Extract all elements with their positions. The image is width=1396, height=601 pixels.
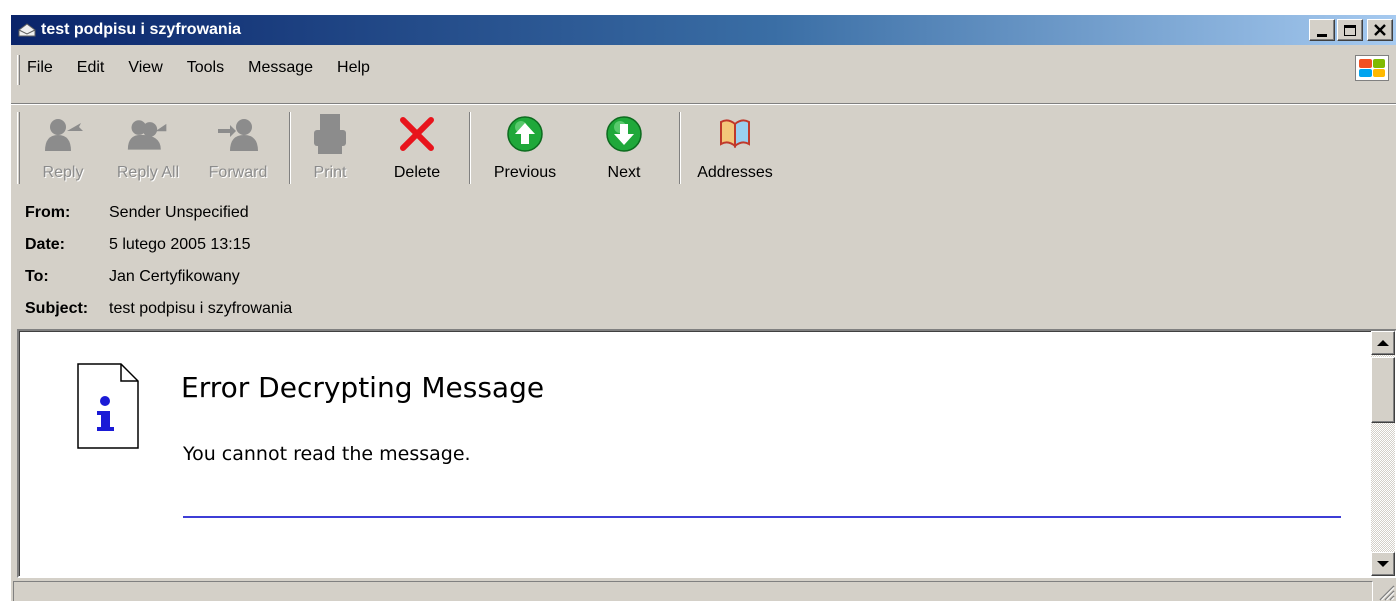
to-value: Jan Certyfikowany <box>109 268 240 285</box>
menu-bar: File Edit View Tools Message Help <box>11 45 1396 103</box>
reply-all-label: Reply All <box>116 164 180 181</box>
window-icon <box>17 22 37 38</box>
toolbar-separator <box>469 112 471 184</box>
message-headers: From: Sender Unspecified Date: 5 lutego … <box>11 189 1396 329</box>
next-label: Next <box>607 164 641 181</box>
subject-label: Subject: <box>25 300 89 317</box>
subject-value: test podpisu i szyfrowania <box>109 300 293 317</box>
toolbar-separator <box>289 112 291 184</box>
divider-line <box>183 516 1341 518</box>
delete-icon <box>395 112 439 156</box>
error-body: You cannot read the message. <box>183 443 471 465</box>
vertical-scrollbar[interactable] <box>1371 331 1395 576</box>
previous-icon <box>503 112 547 156</box>
from-label: From: <box>25 204 71 221</box>
window-title: test podpisu i szyfrowania <box>41 21 242 38</box>
subject-row: Subject: test podpisu i szyfrowania <box>25 295 292 323</box>
menu-edit[interactable]: Edit <box>65 54 117 82</box>
error-title: Error Decrypting Message <box>181 371 545 404</box>
close-icon <box>1374 24 1386 36</box>
menu-tools[interactable]: Tools <box>175 54 236 82</box>
print-button[interactable]: Print <box>299 104 361 190</box>
forward-icon <box>216 112 260 156</box>
forward-label: Forward <box>208 164 268 181</box>
scroll-thumb[interactable] <box>1371 357 1395 423</box>
previous-button[interactable]: Previous <box>477 104 573 190</box>
toolbar: Reply Reply All Forward Print Delete Pre… <box>11 103 1396 189</box>
from-value: Sender Unspecified <box>109 204 249 221</box>
status-bar <box>11 578 1396 601</box>
minimize-icon <box>1317 33 1327 37</box>
date-label: Date: <box>25 236 66 253</box>
scroll-up-icon <box>1377 340 1389 346</box>
previous-label: Previous <box>493 164 557 181</box>
maximize-button[interactable] <box>1337 19 1363 41</box>
to-label: To: <box>25 268 49 285</box>
reply-all-icon <box>126 112 170 156</box>
status-panel <box>13 581 1373 601</box>
toolbar-grip[interactable] <box>17 112 20 184</box>
addresses-icon <box>713 112 757 156</box>
title-bar[interactable]: test podpisu i szyfrowania <box>11 15 1396 45</box>
addresses-label: Addresses <box>697 164 773 181</box>
next-button[interactable]: Next <box>581 104 667 190</box>
print-label: Print <box>313 164 347 181</box>
maximize-icon <box>1344 24 1356 36</box>
menu-help[interactable]: Help <box>325 54 382 82</box>
windows-logo-icon <box>1355 55 1389 81</box>
minimize-button[interactable] <box>1309 19 1335 41</box>
menu-file[interactable]: File <box>11 54 65 82</box>
menu-view[interactable]: View <box>116 54 174 82</box>
menu-message[interactable]: Message <box>236 54 325 82</box>
delete-label: Delete <box>393 164 441 181</box>
date-row: Date: 5 lutego 2005 13:15 <box>25 231 250 259</box>
delete-button[interactable]: Delete <box>375 104 459 190</box>
info-document-icon <box>77 363 139 449</box>
close-button[interactable] <box>1367 19 1393 41</box>
next-icon <box>602 112 646 156</box>
scroll-up-button[interactable] <box>1371 331 1395 355</box>
reply-icon <box>41 112 85 156</box>
to-row: To: Jan Certyfikowany <box>25 263 240 291</box>
print-icon <box>308 112 352 156</box>
reply-label: Reply <box>42 164 84 181</box>
forward-button[interactable]: Forward <box>195 104 281 190</box>
message-window: test podpisu i szyfrowania File Edit Vie… <box>10 14 1396 601</box>
resize-grip-icon[interactable] <box>1377 583 1395 601</box>
toolbar-separator <box>679 112 681 184</box>
reply-button[interactable]: Reply <box>25 104 101 190</box>
scroll-down-button[interactable] <box>1371 552 1395 576</box>
reply-all-button[interactable]: Reply All <box>101 104 195 190</box>
from-row: From: Sender Unspecified <box>25 199 249 227</box>
addresses-button[interactable]: Addresses <box>685 104 785 190</box>
date-value: 5 lutego 2005 13:15 <box>109 236 251 253</box>
message-pane[interactable]: Error Decrypting Message You cannot read… <box>17 329 1396 578</box>
scroll-down-icon <box>1377 561 1389 567</box>
